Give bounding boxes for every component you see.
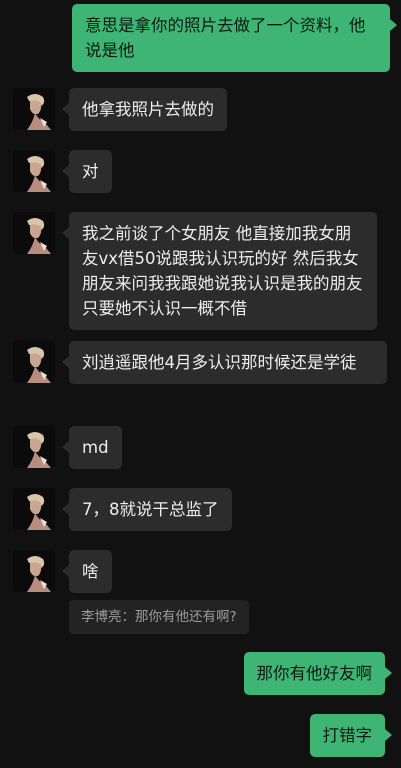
message-bubble-incoming[interactable]: 刘逍遥跟他4月多认识那时候还是学徒 (62, 341, 387, 384)
message-bubble-outgoing[interactable]: 意思是拿你的照片去做了一个资料，他说是他 (72, 4, 397, 72)
message-text: 啥 (82, 562, 99, 581)
avatar-portrait-icon (13, 150, 55, 192)
avatar-portrait-icon (13, 341, 55, 383)
avatar-portrait-icon (13, 426, 55, 468)
message-bubble-outgoing[interactable]: 那你有他好友啊 (243, 652, 392, 695)
avatar-portrait-icon (13, 488, 55, 530)
contact-avatar[interactable] (13, 88, 55, 130)
message-bubble-incoming[interactable]: 啥 (62, 550, 112, 593)
message-bubble-incoming[interactable]: md (62, 426, 122, 469)
contact-avatar[interactable] (13, 150, 55, 192)
message-bubble-incoming[interactable]: 7，8就说干总监了 (62, 488, 232, 531)
message-bubble-incoming[interactable]: 我之前谈了个女朋友 他直接加我女朋友vx借50说跟我认识玩的好 然后我女朋友来问… (62, 212, 377, 330)
message-text: 刘逍遥跟他4月多认识那时候还是学徒 (82, 353, 357, 372)
message-text: 对 (82, 162, 99, 181)
avatar-portrait-icon (13, 212, 55, 254)
avatar-portrait-icon (13, 88, 55, 130)
message-text: 他拿我照片去做的 (82, 100, 214, 119)
quoted-reply-text: 李博亮：那你有他还有啊? (81, 609, 237, 625)
contact-avatar[interactable] (13, 212, 55, 254)
message-text: md (82, 438, 109, 457)
avatar-portrait-icon (13, 550, 55, 592)
message-bubble-outgoing[interactable]: 打错字 (309, 714, 392, 757)
message-text: 意思是拿你的照片去做了一个资料，他说是他 (85, 16, 366, 60)
message-text: 我之前谈了个女朋友 他直接加我女朋友vx借50说跟我认识玩的好 然后我女朋友来问… (82, 224, 363, 318)
quoted-reply[interactable]: 李博亮：那你有他还有啊? (69, 600, 249, 634)
message-text: 打错字 (322, 726, 373, 745)
message-bubble-incoming[interactable]: 对 (62, 150, 112, 193)
contact-avatar[interactable] (13, 550, 55, 592)
contact-avatar[interactable] (13, 426, 55, 468)
contact-avatar[interactable] (13, 341, 55, 383)
message-bubble-incoming[interactable]: 他拿我照片去做的 (62, 88, 227, 131)
chat-view: 意思是拿你的照片去做了一个资料，他说是他 他拿我照片去做的 对 我之前谈了个女朋… (0, 0, 401, 768)
message-text: 7，8就说干总监了 (82, 500, 219, 519)
contact-avatar[interactable] (13, 488, 55, 530)
message-text: 那你有他好友啊 (256, 664, 373, 683)
